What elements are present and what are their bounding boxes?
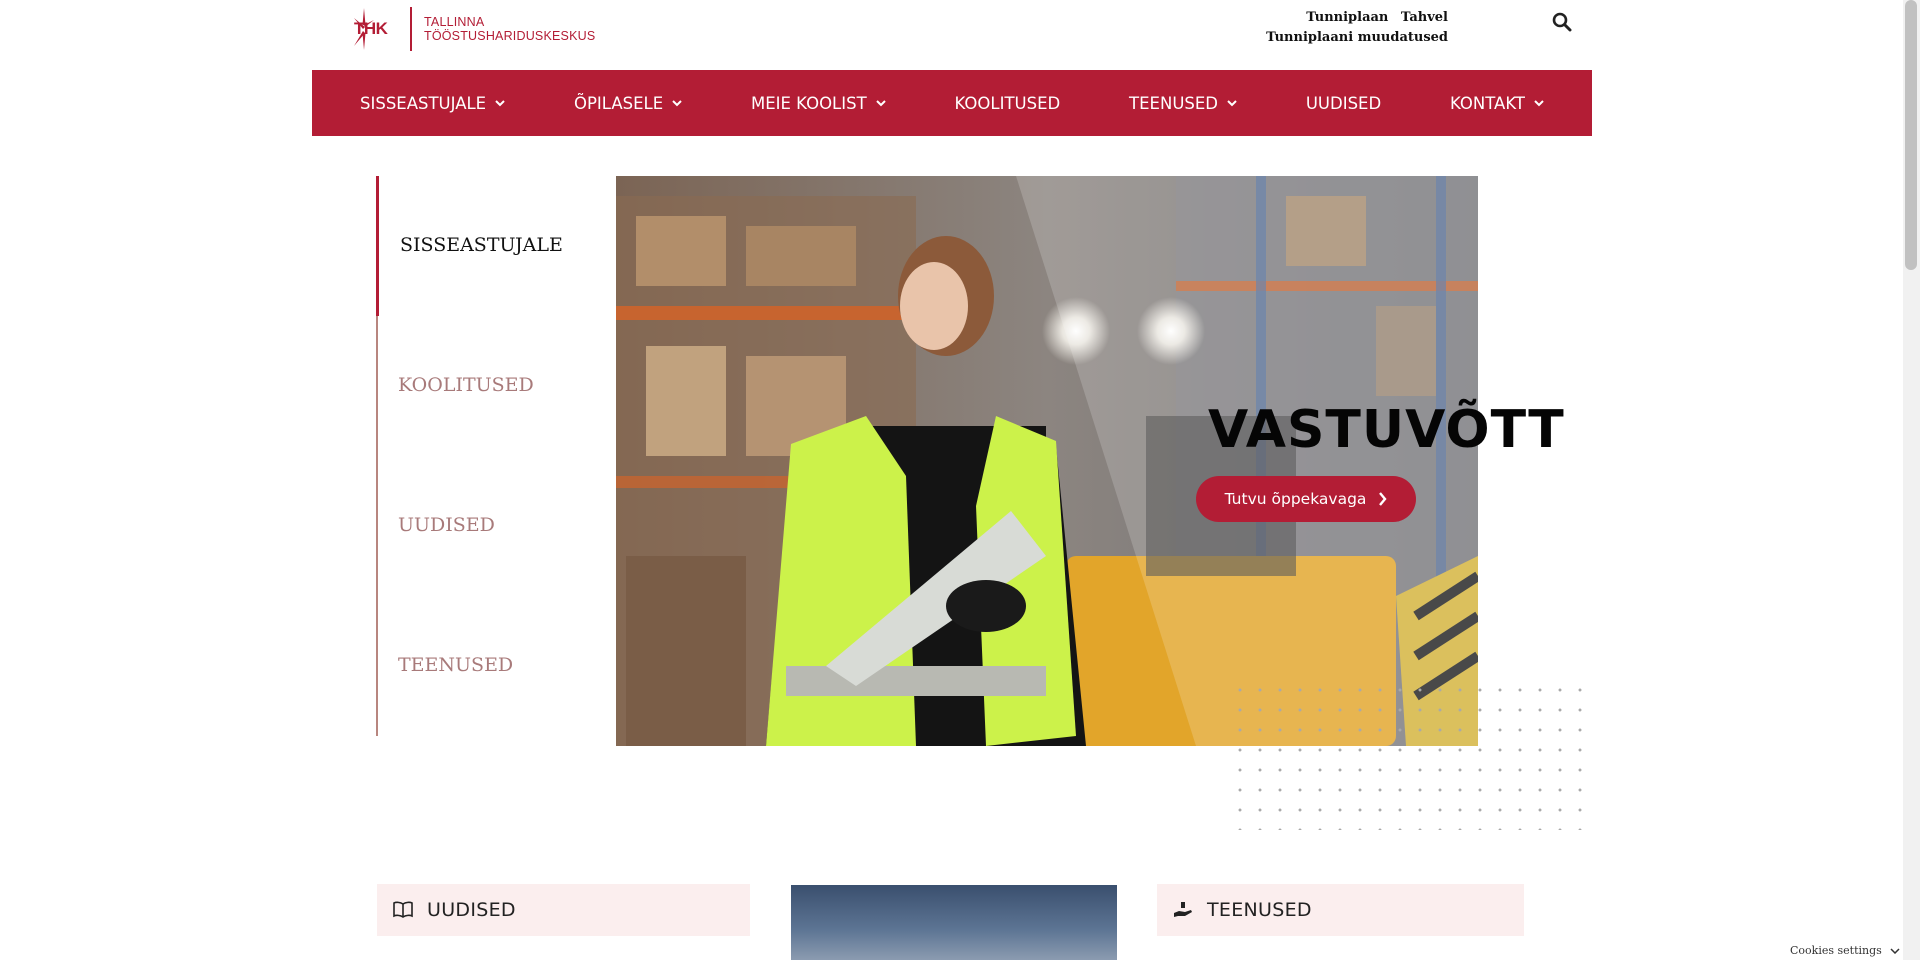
hand-holding-icon: [1174, 902, 1192, 917]
logo-text: TALLINNA TÖÖSTUSHARIDUSKESKUS: [424, 15, 595, 43]
top-links: Tunniplaan Tahvel Tunniplaani muudatused: [1266, 8, 1448, 48]
nav-item-label: KONTAKT: [1450, 93, 1525, 113]
news-card-header[interactable]: UUDISED: [377, 884, 750, 936]
nav-item-label: ÕPILASELE: [573, 93, 664, 113]
nav-item-opilasele[interactable]: ÕPILASELE: [574, 94, 682, 113]
nav-item-label: UUDISED: [1305, 93, 1382, 113]
news-photo[interactable]: [791, 885, 1117, 960]
search-button[interactable]: [1552, 12, 1574, 34]
decorative-dot-grid: [1230, 680, 1592, 830]
hero-button-label: Tutvu õppekavaga: [1224, 490, 1367, 508]
nav-item-kontakt[interactable]: KONTAKT: [1450, 94, 1544, 113]
cookies-settings-label: Cookies settings: [1790, 944, 1882, 957]
side-item-sisseastujale[interactable]: SISSEASTUJALE: [400, 234, 563, 256]
scrollbar-thumb[interactable]: [1905, 0, 1917, 270]
hero-image: [616, 176, 1478, 746]
services-card-title: TEENUSED: [1207, 899, 1312, 921]
chevron-down-icon: [875, 99, 886, 106]
book-icon: [393, 901, 413, 918]
top-links-row: Tunniplaani muudatused: [1266, 28, 1448, 48]
chevron-down-icon: [1534, 99, 1544, 106]
logo-mark: THK: [352, 6, 406, 52]
top-links-row: Tunniplaan Tahvel: [1266, 8, 1448, 28]
link-tahvel[interactable]: Tahvel: [1401, 10, 1448, 25]
cookies-settings-button[interactable]: Cookies settings: [1790, 944, 1900, 957]
logo-abbr: THK: [354, 19, 388, 38]
search-icon: [1552, 12, 1572, 32]
nav-item-label: SISSEASTUJALE: [360, 93, 487, 113]
nav-item-koolitused[interactable]: KOOLITUSED: [955, 94, 1061, 113]
nav-item-label: MEIE KOOLIST: [750, 93, 867, 113]
chevron-down-icon: [1890, 947, 1900, 954]
tutvu-oppekavaga-button[interactable]: Tutvu õppekavaga: [1196, 476, 1416, 522]
chevron-down-icon: [672, 99, 682, 106]
nav-item-meie-koolist[interactable]: MEIE KOOLIST: [751, 94, 886, 113]
chevron-down-icon: [495, 99, 505, 106]
nav-item-label: TEENUSED: [1129, 93, 1219, 113]
nav-item-sisseastujale[interactable]: SISSEASTUJALE: [360, 94, 505, 113]
hero-illustration: [616, 176, 1478, 746]
side-item-teenused[interactable]: TEENUSED: [398, 654, 513, 676]
logo-divider: [410, 7, 412, 51]
news-preview-text: [377, 952, 717, 960]
chevron-down-icon: [1227, 99, 1237, 106]
link-tunniplaani-muudatused[interactable]: Tunniplaani muudatused: [1266, 30, 1448, 45]
link-tunniplaan[interactable]: Tunniplaan: [1306, 10, 1388, 25]
side-menu-active-indicator: [376, 176, 379, 316]
side-item-koolitused[interactable]: KOOLITUSED: [398, 374, 534, 396]
nav-item-label: KOOLITUSED: [954, 93, 1061, 113]
services-card-header[interactable]: TEENUSED: [1157, 884, 1524, 936]
site-logo[interactable]: THK TALLINNA TÖÖSTUSHARIDUSKESKUS: [352, 6, 595, 52]
news-card-title: UUDISED: [427, 899, 516, 921]
nav-item-uudised[interactable]: UUDISED: [1306, 94, 1381, 113]
logo-line-2: TÖÖSTUSHARIDUSKESKUS: [424, 29, 596, 43]
nav-item-teenused[interactable]: TEENUSED: [1129, 94, 1237, 113]
chevron-right-icon: [1379, 492, 1387, 506]
site-header: THK TALLINNA TÖÖSTUSHARIDUSKESKUS Tunnip…: [0, 0, 1920, 70]
side-item-uudised[interactable]: UUDISED: [398, 514, 495, 536]
logo-line-1: TALLINNA: [424, 15, 485, 29]
hero-title: VASTUVÕTT: [1208, 400, 1565, 460]
main-nav: SISSEASTUJALE ÕPILASELE MEIE KOOLIST KOO…: [312, 70, 1592, 136]
